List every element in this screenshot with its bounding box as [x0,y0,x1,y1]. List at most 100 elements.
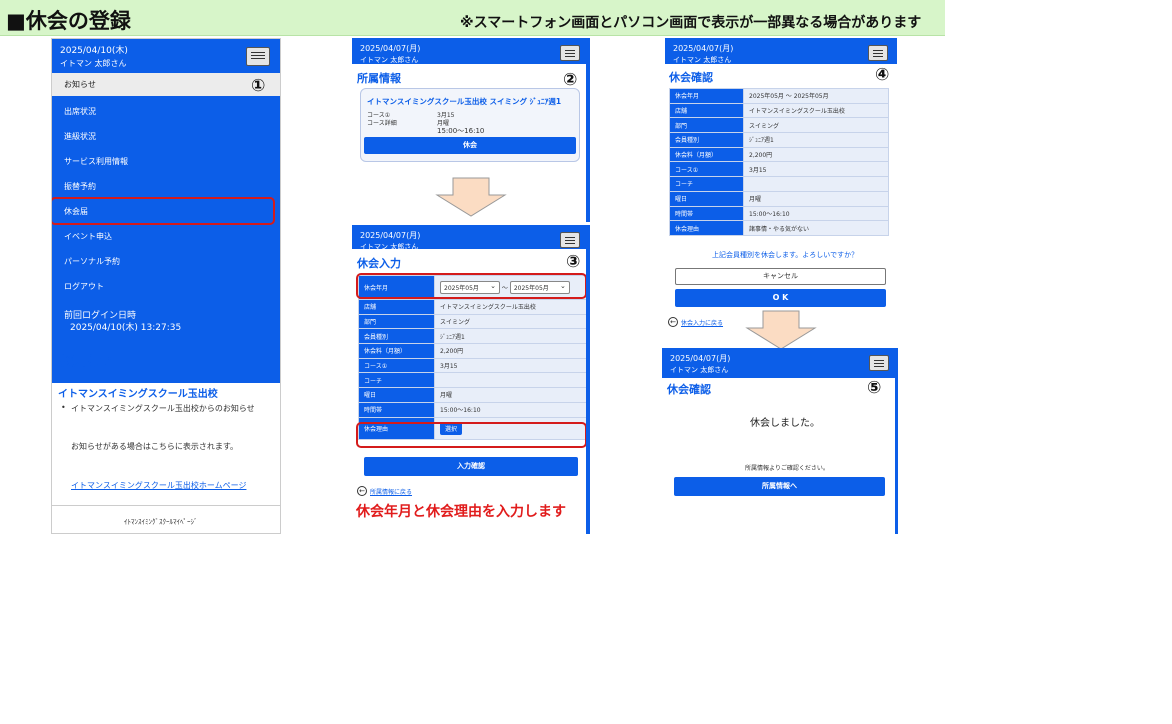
school-name: イトマンスイミングスクール玉出校 [58,389,218,400]
row-key: 会員種別 [669,132,744,148]
phone-header: 2025/04/10(木) イトマン 太郎さん [52,39,280,73]
row-value: 月曜 [743,190,889,207]
row-value: 諸事情・やる気がない [743,220,889,236]
display-note: ※スマートフォン画面とパソコン画面で表示が一部異なる場合があります [460,15,922,31]
highlight-leave [52,197,275,225]
back-arrow-icon[interactable]: ← [668,317,678,327]
header-user: イトマン 太郎さん [360,56,419,64]
row-key: コーチ [358,372,435,389]
menu-item-progress[interactable]: 進級状況 [64,131,96,142]
row-key: 曜日 [358,387,435,403]
section-title: 休会確認 [669,71,713,84]
bullet-icon: • [61,403,66,412]
menu-item-personal[interactable]: パーソナル予約 [64,256,120,267]
step-number: ① [251,76,266,96]
row-key: 時間帯 [358,401,435,418]
phone-header: 2025/04/07(月) イトマン 太郎さん [662,348,895,378]
header-user: イトマン 太郎さん [60,59,127,68]
last-login-label: 前回ログイン日時 [64,311,137,321]
arrow-down-icon [435,177,507,217]
back-link[interactable]: 休会入力に戻る [681,318,723,327]
step-number: ④ [875,65,890,85]
row-value: 3月15 [434,357,586,374]
row-key: 会員種別 [358,328,435,345]
screen-leave-confirm: 2025/04/07(月) イトマン 太郎さん 休会確認 ④ 休会年月 2025年… [665,38,897,335]
row-key: 休会年月 [669,88,744,104]
row-value: 2,200円 [743,146,889,163]
row-key: コース① [358,357,435,374]
screen-menu: 2025/04/10(木) イトマン 太郎さん お知らせ ① 出席状況 進級状況… [51,38,281,534]
last-login-value: 2025/04/10(木) 13:27:35 [70,323,182,333]
row-key: 休会料（月額） [358,343,435,359]
menu-item-transfer[interactable]: 振替予約 [64,181,96,192]
done-message: 休会しました。 [750,418,820,429]
ok-button[interactable]: O K [675,289,886,307]
row-value: ｼﾞｭﾆｱ週1 [434,328,586,345]
step-number: ② [563,70,578,90]
menu-item-notice[interactable]: お知らせ [52,73,280,96]
done-hint: 所属情報よりご確認ください。 [745,465,829,472]
row-value: 15:00～16:10 [743,205,889,222]
highlight-reason [356,422,586,448]
row-key: 休会理由 [669,220,744,236]
instruction-note: 休会年月と休会理由を入力します [356,504,566,520]
row-key: 店舗 [669,102,744,119]
notice-bullet: イトマンスイミングスクール玉出校からのお知らせ [71,404,255,413]
row-value [743,176,889,192]
hamburger-menu-icon[interactable] [560,45,580,61]
back-arrow-icon[interactable]: ← [357,486,367,496]
row-key: 部門 [358,313,435,330]
section-title: 休会入力 [357,257,401,270]
membership-card: イトマンスイミングスクール玉出校 スイミング ｼﾞｭﾆｱ週1 コース① 3月15… [360,88,580,162]
leave-button[interactable]: 休会 [364,137,576,154]
row-value: 3月15 [743,161,889,178]
row-key: コーチ [669,176,744,192]
header-date: 2025/04/10(木) [60,46,128,56]
row-value: ｼﾞｭﾆｱ週1 [743,132,889,148]
card-title: イトマンスイミングスクール玉出校 スイミング ｼﾞｭﾆｱ週1 [367,97,562,106]
header-user: イトマン 太郎さん [360,243,419,251]
row-value: スイミング [434,313,586,330]
step-number: ⑤ [867,378,882,398]
arrow-down-icon [745,310,817,350]
row-value: イトマンスイミングスクール玉出校 [434,299,586,315]
hamburger-menu-icon[interactable] [560,232,580,248]
row-key: 店舗 [358,299,435,315]
row-key: コース① [669,161,744,178]
row-value: 15:00～16:10 [434,401,586,418]
home-link[interactable]: イトマンスイミングスクール玉出校ホームページ [71,480,246,491]
header-date: 2025/04/07(月) [360,44,421,53]
highlight-period [356,273,586,299]
hamburger-menu-icon[interactable] [869,355,889,371]
phone-header: 2025/04/07(月) イトマン 太郎さん [352,225,586,251]
hamburger-menu-icon[interactable] [868,45,888,61]
footer-text: ｲﾄﾏﾝｽｲﾐﾝｸﾞｽｸｰﾙﾏｲﾍﾟｰｼﾞ [124,518,198,526]
menu-item-logout[interactable]: ログアウト [64,281,104,292]
row-value: 月曜 [434,387,586,403]
header-date: 2025/04/07(月) [673,44,734,53]
section-title: 所属情報 [357,72,401,85]
hamburger-menu-icon[interactable] [246,47,270,66]
row-value: 2,200円 [434,343,586,359]
side-menu: 出席状況 進級状況 サービス利用情報 振替予約 休会届 イベント申込 パーソナル… [52,96,280,383]
cancel-button[interactable]: キャンセル [675,268,886,285]
menu-item-attendance[interactable]: 出席状況 [64,106,96,117]
row-key: 部門 [669,117,744,134]
confirm-input-button[interactable]: 入力確認 [364,457,578,476]
schedule-label: コース詳細 [367,120,397,127]
row-value [434,372,586,389]
screen-leave-complete: 2025/04/07(月) イトマン 太郎さん 休会確認 ⑤ 休会しました。 所… [662,348,898,534]
step-number: ③ [566,252,581,272]
menu-item-service-info[interactable]: サービス利用情報 [64,156,128,167]
header-date: 2025/04/07(月) [360,231,421,240]
row-key: 曜日 [669,190,744,207]
back-link[interactable]: 所属情報に戻る [370,487,412,496]
row-key: 休会料（月額） [669,146,744,163]
row-key: 時間帯 [669,205,744,222]
header-user: イトマン 太郎さん [670,366,729,374]
header-banner: ■休会の登録 ※スマートフォン画面とパソコン画面で表示が一部異なる場合があります [0,0,945,36]
divider [52,505,280,506]
membership-info-button[interactable]: 所属情報へ [674,477,885,496]
menu-item-label: お知らせ [64,80,96,89]
menu-item-event[interactable]: イベント申込 [64,231,112,242]
